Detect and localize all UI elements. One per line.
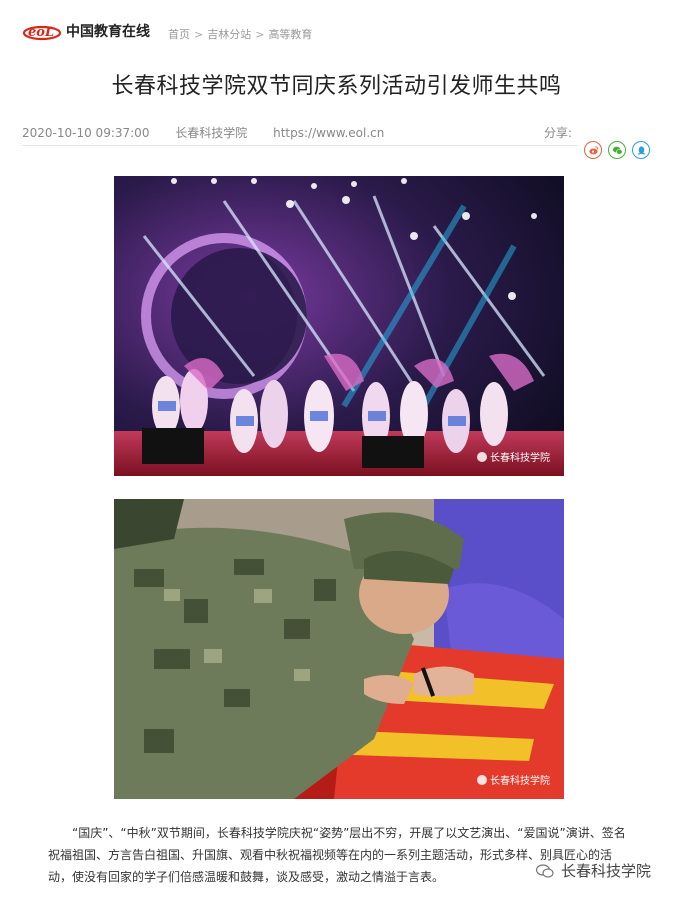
top-bar: eoL 中国教育在线 首页 > 吉林分站 > 高等教育 bbox=[0, 0, 673, 62]
signing-photo: 长春科技学院 bbox=[114, 499, 564, 799]
signing-image bbox=[114, 499, 564, 799]
share-icons bbox=[584, 141, 650, 159]
image-watermark: 长春科技学院 bbox=[477, 772, 550, 787]
qq-icon[interactable] bbox=[632, 141, 650, 159]
site-name: 中国教育在线 bbox=[66, 24, 150, 40]
share-label: 分享: bbox=[544, 126, 573, 140]
svg-text:eoL: eoL bbox=[28, 25, 54, 40]
wechat-icon[interactable] bbox=[608, 141, 626, 159]
stage-performance-photo: 长春科技学院 bbox=[114, 176, 564, 476]
meta-divider bbox=[22, 145, 577, 146]
breadcrumb-higher-ed[interactable]: 高等教育 bbox=[268, 28, 312, 41]
stage-performance-image bbox=[114, 176, 564, 476]
footer-watermark-text: 长春科技学院 bbox=[560, 862, 651, 880]
watermark-icon bbox=[477, 451, 487, 462]
breadcrumb: 首页 > 吉林分站 > 高等教育 bbox=[168, 26, 312, 42]
wechat-outline-icon bbox=[535, 863, 554, 878]
publish-date: 2020-10-10 09:37:00 bbox=[22, 126, 150, 140]
article-meta: 2020-10-10 09:37:00 长春科技学院 https://www.e… bbox=[22, 124, 406, 141]
site-logo[interactable]: eoL 中国教育在线 bbox=[22, 20, 150, 42]
eol-logo-icon: eoL bbox=[22, 25, 62, 41]
breadcrumb-separator: > bbox=[255, 28, 265, 41]
breadcrumb-separator: > bbox=[194, 28, 204, 41]
article-title: 长春科技学院双节同庆系列活动引发师生共鸣 bbox=[111, 74, 562, 99]
article-source: 长春科技学院 bbox=[175, 126, 248, 140]
source-url[interactable]: https://www.eol.cn bbox=[273, 126, 384, 140]
image-watermark: 长春科技学院 bbox=[477, 449, 550, 464]
watermark-icon bbox=[477, 774, 487, 785]
breadcrumb-home[interactable]: 首页 bbox=[168, 28, 190, 41]
breadcrumb-jilin[interactable]: 吉林分站 bbox=[207, 28, 251, 41]
weibo-icon[interactable] bbox=[584, 141, 602, 159]
watermark-text: 长春科技学院 bbox=[490, 776, 550, 787]
wechat-account-watermark: 长春科技学院 bbox=[535, 860, 651, 881]
watermark-text: 长春科技学院 bbox=[490, 453, 550, 464]
